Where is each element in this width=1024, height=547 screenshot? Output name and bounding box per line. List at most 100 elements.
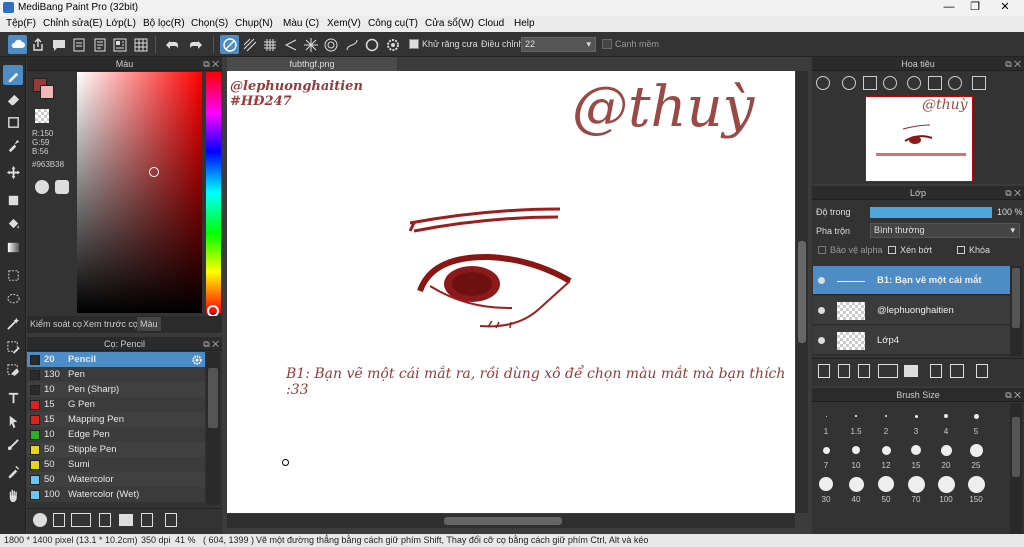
fill-rect-tool-icon[interactable] (3, 190, 23, 210)
correction-select[interactable]: 22 ▾ (521, 37, 596, 52)
panel-float-icon[interactable]: ⧉ ✕ (203, 57, 219, 71)
text-tool-icon[interactable] (3, 387, 23, 407)
document-tab[interactable]: fubthgf.png (227, 57, 397, 71)
gear-icon[interactable] (191, 354, 203, 366)
duplicate-layer-icon[interactable] (930, 364, 942, 378)
layer-row[interactable]: Lớp4 (813, 326, 1010, 355)
secondary-color-swatch[interactable] (40, 85, 54, 99)
tab-color[interactable]: Màu (137, 317, 161, 331)
folder-icon[interactable] (119, 514, 133, 526)
brush-size-swatch[interactable] (944, 414, 948, 418)
brush-tool-icon[interactable] (3, 65, 23, 85)
rotate-reset-icon[interactable] (928, 76, 942, 90)
select-tool-icon[interactable] (3, 265, 23, 285)
brush-item[interactable]: 15 Mapping Pen (27, 412, 205, 427)
eraser-tool-icon[interactable] (3, 89, 23, 109)
lasso-tool-icon[interactable] (3, 289, 23, 309)
select-pen-icon[interactable] (3, 337, 23, 357)
redo-icon[interactable] (186, 35, 205, 54)
brush-size-swatch[interactable] (855, 415, 857, 417)
hue-slider[interactable] (206, 72, 221, 313)
grid-doc-icon[interactable] (131, 35, 150, 54)
menu-help[interactable]: Help (514, 18, 535, 29)
panel-float-icon[interactable]: ⧉ ✕ (1005, 57, 1021, 71)
menu-cloud[interactable]: Cloud (478, 18, 504, 29)
brush-size-swatch[interactable] (940, 444, 952, 456)
brush-item[interactable]: 10 Edge Pen (27, 427, 205, 442)
blend-mode-select[interactable]: Bình thường ▾ (870, 223, 1020, 238)
document-icon[interactable] (90, 35, 109, 54)
layer-menu-icon[interactable] (878, 364, 898, 378)
brush-size-swatch[interactable] (852, 446, 860, 454)
move-tool-icon[interactable] (3, 162, 23, 182)
settings-icon[interactable] (383, 35, 402, 54)
visibility-eye-icon[interactable] (818, 307, 825, 314)
minimize-button[interactable]: — (936, 0, 962, 16)
opacity-slider[interactable] (870, 207, 992, 218)
new-brush-icon[interactable] (53, 513, 65, 527)
brush-copy-icon[interactable] (99, 513, 111, 527)
hand-tool-icon[interactable] (3, 485, 23, 505)
divide-tool-icon[interactable] (3, 434, 23, 454)
brush-size-swatch[interactable] (885, 415, 887, 417)
brush-item[interactable]: 50 Sumi (27, 457, 205, 472)
new-layer-icon[interactable] (818, 364, 830, 378)
cloud-icon[interactable] (8, 35, 27, 54)
ellipse-snap-icon[interactable] (362, 35, 381, 54)
maximize-button[interactable]: ❐ (962, 0, 988, 16)
menu-color[interactable]: Màu (C) (283, 18, 319, 29)
visibility-eye-icon[interactable] (818, 337, 825, 344)
panel-float-icon[interactable]: ⧉ ✕ (203, 337, 219, 351)
brush-size-swatch[interactable] (822, 446, 830, 454)
antialias-checkbox[interactable] (409, 39, 419, 49)
menu-view[interactable]: Xem(V) (327, 18, 361, 29)
share-icon[interactable] (28, 35, 47, 54)
menu-tools[interactable]: Công cụ(T) (368, 18, 418, 29)
delete-layer-icon[interactable] (976, 364, 988, 378)
brush-item[interactable]: 15 G Pen (27, 397, 205, 412)
visibility-eye-icon[interactable] (818, 277, 825, 284)
new-halftone-layer-icon[interactable] (838, 364, 850, 378)
saturation-value-picker[interactable] (77, 72, 202, 313)
curve-snap-icon[interactable] (342, 35, 361, 54)
canvas-horizontal-scrollbar[interactable] (227, 514, 795, 528)
clipping-checkbox[interactable] (888, 246, 896, 254)
rotate-left-icon[interactable] (907, 76, 921, 90)
new-file-icon[interactable] (69, 35, 88, 54)
close-button[interactable]: ✕ (992, 0, 1018, 16)
magic-wand-icon[interactable] (3, 313, 23, 333)
brush-size-scrollbar[interactable] (1010, 403, 1022, 534)
dot-tool-icon[interactable] (3, 112, 23, 132)
brush-item[interactable]: 20 Pencil (27, 352, 205, 367)
brush-size-swatch[interactable] (937, 475, 955, 493)
panel-float-icon[interactable]: ⧉ ✕ (1005, 186, 1021, 200)
palette-alt-icon[interactable] (55, 180, 69, 194)
brush-size-swatch[interactable] (969, 443, 983, 457)
duplicate-icon[interactable] (141, 513, 153, 527)
brush-item[interactable]: 100 Watercolor (Wet) (27, 487, 205, 502)
picker-cursor[interactable] (149, 167, 159, 177)
operation-tool-icon[interactable] (3, 411, 23, 431)
canvas-vertical-scrollbar[interactable] (796, 71, 808, 513)
layer-row[interactable]: @lephuonghaitien (813, 296, 1010, 325)
layer-list-scrollbar[interactable] (1010, 266, 1022, 356)
brush-item[interactable]: 50 Watercolor (27, 472, 205, 487)
brush-size-swatch[interactable] (881, 445, 891, 455)
gradient-tool-icon[interactable] (3, 237, 23, 257)
lock-checkbox[interactable] (957, 246, 965, 254)
menu-filter[interactable]: Bộ lọc(R) (143, 18, 185, 29)
menu-layer[interactable]: Lớp(L) (106, 18, 136, 29)
radial-snap-icon[interactable] (301, 35, 320, 54)
brush-size-swatch[interactable] (973, 413, 979, 419)
brush-list-scrollbar[interactable] (206, 352, 220, 505)
tab-brush-preview[interactable]: Xem trước cọ (83, 319, 138, 329)
blur-tool-icon[interactable] (3, 135, 23, 155)
zoom-out-icon[interactable] (883, 76, 897, 90)
merge-layer-icon[interactable] (950, 364, 964, 378)
brush-size-swatch[interactable] (819, 477, 833, 491)
menu-file[interactable]: Tệp(F) (6, 18, 36, 29)
brush-size-swatch[interactable] (911, 445, 921, 455)
menu-edit[interactable]: Chỉnh sửa(E) (43, 18, 103, 29)
brush-size-swatch[interactable] (878, 476, 894, 492)
rotate-right-icon[interactable] (948, 76, 962, 90)
